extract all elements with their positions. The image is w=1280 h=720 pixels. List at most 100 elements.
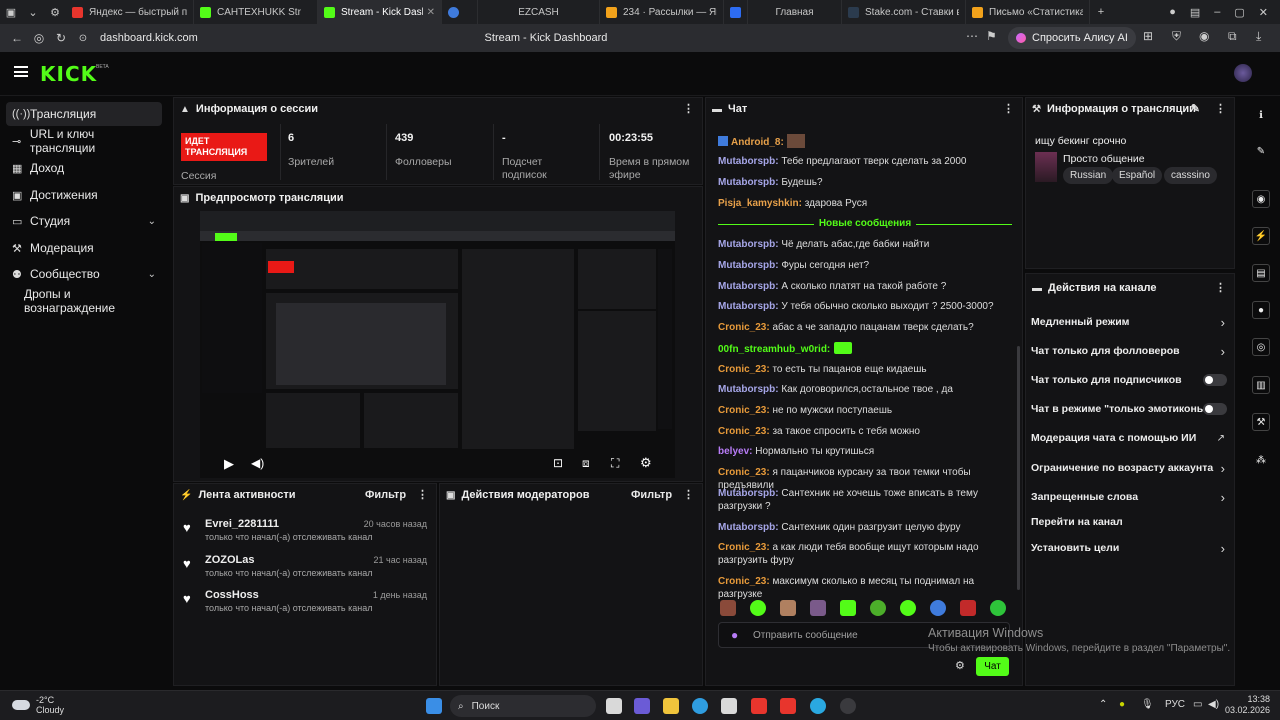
emote-icon[interactable]	[750, 600, 766, 616]
menu-icon[interactable]	[14, 66, 28, 77]
tag-chip[interactable]: Español	[1112, 167, 1163, 184]
emote-icon[interactable]	[930, 600, 946, 616]
minimize-icon[interactable]: –	[1214, 6, 1220, 19]
pencil-icon[interactable]: ✎	[1252, 142, 1270, 160]
task-view-icon[interactable]	[606, 698, 622, 714]
chat-username[interactable]: Cronic_23:	[718, 426, 770, 437]
layers-icon[interactable]: ▥	[1252, 376, 1270, 394]
edit-icon[interactable]: ✎	[1191, 102, 1200, 115]
document-icon[interactable]: ▤	[1252, 264, 1270, 282]
url-field[interactable]: dashboard.kick.com	[100, 32, 198, 44]
kick-logo[interactable]: KICK	[40, 62, 97, 86]
sidebar-toggle-icon[interactable]: ⊞	[1143, 29, 1153, 43]
browser-tab-ezcash[interactable]: EZCASH	[478, 0, 600, 24]
chat-settings-icon[interactable]: ⚙	[955, 659, 965, 672]
more-icon[interactable]: ⋯	[966, 29, 978, 43]
kebab-icon[interactable]: ⋮	[683, 102, 694, 115]
weather-widget[interactable]: -2°C Cloudy	[12, 695, 64, 715]
tag-chip[interactable]: Russian	[1063, 167, 1114, 184]
chat-scrollbar[interactable]	[1017, 346, 1020, 590]
yandex-icon[interactable]	[780, 698, 796, 714]
kebab-icon[interactable]: ⋮	[1215, 281, 1226, 294]
browser-tab-home[interactable]: Главная	[748, 0, 842, 24]
chat-username[interactable]: Mutaborspb:	[718, 156, 779, 167]
volume-icon[interactable]: ◀)	[1208, 699, 1219, 710]
chat-username[interactable]: Mutaborspb:	[718, 522, 779, 533]
chat-username[interactable]: Cronic_23:	[718, 576, 770, 587]
chat-username[interactable]: Cronic_23:	[718, 364, 770, 375]
close-window-icon[interactable]: ✕	[1259, 6, 1268, 19]
bookmarks-icon[interactable]: ▤	[1190, 6, 1200, 19]
teams-icon[interactable]	[634, 698, 650, 714]
settings-gear-icon[interactable]: ⚙	[640, 455, 652, 471]
browser-tab-yandex[interactable]: Яндекс — быстрый пои	[66, 0, 194, 24]
chat-username[interactable]: belyev:	[718, 446, 752, 457]
sidebar-item-broadcast[interactable]: ((·)) Трансляция	[6, 102, 162, 126]
activity-filter-button[interactable]: Фильтр	[365, 489, 406, 501]
downloads-icon[interactable]: ⤓	[1256, 29, 1261, 44]
chat-username[interactable]: Pisja_kamyshkin:	[718, 198, 802, 209]
chat-username[interactable]: Mutaborspb:	[718, 260, 779, 271]
windows-start-icon[interactable]	[426, 698, 442, 714]
alice-button[interactable]: Спросить Алису AI	[1008, 27, 1136, 49]
sidebar-item-community[interactable]: ⚉ Сообщество ⌄	[6, 262, 162, 286]
nodes-icon[interactable]: ⁂	[1252, 451, 1270, 469]
clip-icon[interactable]: ⊡	[553, 456, 563, 470]
store-icon[interactable]	[721, 698, 737, 714]
new-tab-icon[interactable]: +	[1090, 0, 1112, 24]
set-goals-button[interactable]: Установить цели ›	[1031, 539, 1227, 557]
emote-icon[interactable]	[960, 600, 976, 616]
shield-icon[interactable]: ⛨	[1172, 29, 1181, 44]
close-tab-icon[interactable]: ✕	[423, 7, 435, 18]
app-icon[interactable]	[840, 698, 856, 714]
chat-username[interactable]: Mutaborspb:	[718, 384, 779, 395]
info-icon[interactable]: ℹ	[1252, 106, 1270, 124]
tab-settings-icon[interactable]: ⚙	[44, 0, 66, 24]
sidebar-item-drops[interactable]: Дропы и вознаграждение	[6, 287, 162, 315]
edge-icon[interactable]	[692, 698, 708, 714]
emote-icon[interactable]	[840, 600, 856, 616]
slow-mode-button[interactable]: Медленный режим ›	[1031, 313, 1227, 331]
bolt-icon[interactable]: ⚡	[1252, 227, 1270, 245]
microphone-icon[interactable]: 🎙︎	[1141, 699, 1154, 710]
banned-words-button[interactable]: Запрещенные слова ›	[1031, 488, 1227, 506]
chat-bubble-icon[interactable]: ●	[1252, 301, 1270, 319]
emote-icon[interactable]	[810, 600, 826, 616]
browser-tab-letter[interactable]: Письмо «Статистика за	[966, 0, 1090, 24]
browser-tab-stake[interactable]: Stake.com - Ставки в ка	[842, 0, 966, 24]
emote-icon[interactable]	[900, 600, 916, 616]
maximize-icon[interactable]: ▢	[1234, 6, 1244, 19]
yandex-home-icon[interactable]: ◎	[28, 31, 50, 45]
tag-chip[interactable]: casssino	[1164, 167, 1217, 184]
chat-username[interactable]: Mutaborspb:	[718, 239, 779, 250]
emote-icon[interactable]	[990, 600, 1006, 616]
sidebar-item-income[interactable]: ▦ Доход	[6, 156, 162, 180]
play-icon[interactable]: ▶	[224, 456, 234, 472]
network-icon[interactable]: ▭	[1193, 699, 1202, 710]
emote-only-toggle[interactable]	[1203, 403, 1227, 415]
sidebar-item-moderation[interactable]: ⚒ Модерация	[6, 236, 162, 260]
account-age-button[interactable]: Ограничение по возрасту аккаунта ›	[1031, 459, 1227, 477]
chat-send-button[interactable]: Чат	[976, 657, 1009, 676]
profile-icon[interactable]: ●	[1169, 6, 1176, 19]
language-indicator[interactable]: РУС	[1165, 699, 1185, 710]
sidebar-item-studio[interactable]: ▭ Студия ⌄	[6, 209, 162, 233]
broadcast-icon[interactable]: ◎	[1252, 338, 1270, 356]
emote-icon[interactable]	[780, 600, 796, 616]
volume-icon[interactable]: ◀)	[251, 456, 264, 470]
kebab-icon[interactable]: ⋮	[1215, 102, 1226, 115]
chat-username[interactable]: Cronic_23:	[718, 405, 770, 416]
yandex-browser-icon[interactable]	[751, 698, 767, 714]
stream-preview[interactable]	[200, 211, 675, 478]
subscribers-only-toggle[interactable]	[1203, 374, 1227, 386]
tray-chevron-icon[interactable]: ⌃	[1099, 699, 1107, 710]
sidebar-item-achievements[interactable]: ▣ Достижения	[6, 183, 162, 207]
chat-username[interactable]: Mutaborspb:	[718, 177, 779, 188]
followers-only-button[interactable]: Чат только для фолловеров ›	[1031, 342, 1227, 360]
emote-icon[interactable]	[720, 600, 736, 616]
reload-icon[interactable]: ↻	[50, 31, 72, 45]
voice-icon[interactable]: ◉	[1199, 29, 1209, 43]
browser-tab-globe[interactable]	[442, 0, 478, 24]
chat-username[interactable]: Mutaborspb:	[718, 488, 779, 499]
chat-username[interactable]: Cronic_23:	[718, 322, 770, 333]
